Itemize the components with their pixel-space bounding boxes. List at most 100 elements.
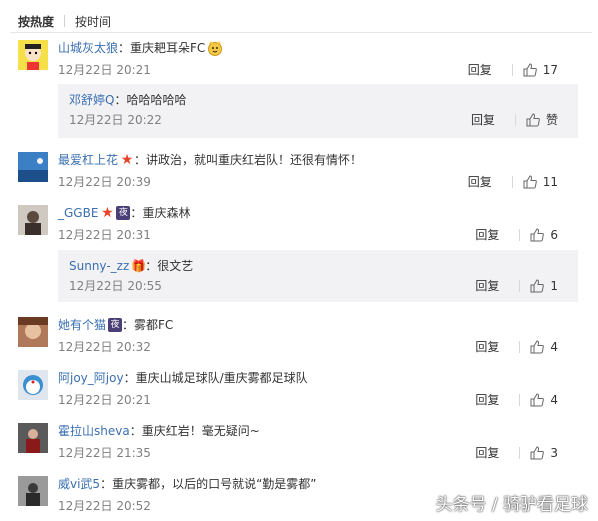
avatar[interactable] (18, 40, 48, 70)
reply-meta: 12月22日 20:55 回复 1 (69, 278, 569, 294)
like-count: 11 (542, 175, 558, 189)
comment-text: ：重庆森林 (130, 206, 191, 220)
action-divider (519, 447, 521, 459)
comment-actions: 回复 4 (475, 339, 558, 355)
comment-text: ：讲政治，就叫重庆红岩队！还很有情怀！ (134, 153, 363, 167)
comment-header: 最爱杠上花 ★ ：讲政治，就叫重庆红岩队！还很有情怀！ (58, 152, 362, 168)
username-link[interactable]: Sunny-_zz (69, 258, 129, 274)
reply-header: 邓舒婷Q ：哈哈哈哈哈 (69, 92, 186, 108)
comment-meta: 12月22日 21:35 回复 3 (58, 445, 578, 461)
like-count: 4 (550, 393, 558, 407)
thumbs-up-icon (526, 113, 540, 127)
divider (10, 32, 592, 33)
timestamp: 12月22日 21:35 (58, 446, 151, 460)
tab-divider (64, 15, 66, 27)
like-button[interactable]: 6 (530, 227, 558, 243)
tab-by-time[interactable]: 按时间 (75, 13, 111, 30)
gift-badge-icon: 🎁 (131, 259, 147, 273)
action-divider (519, 341, 521, 353)
thumbs-up-icon (523, 175, 537, 189)
like-button[interactable]: 赞 (526, 112, 558, 128)
comment-meta: 12月22日 20:21 回复 4 (58, 392, 578, 408)
comment-meta: 12月22日 20:31 回复 6 (58, 227, 578, 243)
like-button[interactable]: 1 (530, 278, 558, 294)
timestamp: 12月22日 20:39 (58, 175, 151, 189)
comment-actions: 回复 6 (475, 227, 558, 243)
comment-meta: 12月22日 20:21 回复 17 (58, 62, 578, 78)
username-link[interactable]: _GGBE (58, 205, 98, 221)
reply-button[interactable]: 回复 (475, 392, 499, 408)
username-link[interactable]: 邓舒婷Q (69, 92, 114, 108)
like-count: 3 (550, 446, 558, 460)
like-button[interactable]: 4 (530, 392, 558, 408)
like-count: 赞 (545, 113, 558, 127)
comment-text: ：雾都FC (122, 318, 174, 332)
reply-text: ：哈哈哈哈哈 (114, 93, 187, 107)
reply-actions: 回复 赞 (471, 112, 558, 128)
watermark: 头条号 / 骑驴看足球 (435, 495, 588, 515)
reply-button[interactable]: 回复 (468, 174, 492, 190)
comment-text: ：重庆耙耳朵FC (118, 41, 206, 55)
reply-button[interactable]: 回复 (475, 278, 499, 294)
like-count: 6 (550, 228, 558, 242)
avatar[interactable] (18, 152, 48, 182)
reply-actions: 回复 1 (475, 278, 558, 294)
avatar[interactable] (18, 476, 48, 506)
reply-button[interactable]: 回复 (468, 62, 492, 78)
comment-meta: 12月22日 20:32 回复 4 (58, 339, 578, 355)
username-link[interactable]: 霍拉山sheva (58, 423, 130, 439)
reply-button[interactable]: 回复 (475, 339, 499, 355)
timestamp: 12月22日 20:52 (58, 499, 151, 513)
username-link[interactable]: 威vi武5 (58, 476, 100, 492)
avatar[interactable] (18, 423, 48, 453)
reply-header: Sunny-_zz 🎁 ：很文艺 (69, 258, 193, 274)
timestamp: 12月22日 20:22 (69, 113, 162, 127)
reply-button[interactable]: 回复 (475, 445, 499, 461)
action-divider (519, 280, 521, 292)
comment-header: _GGBE ★ 夜 ：重庆森林 (58, 205, 190, 221)
emoji-icon (207, 40, 223, 56)
reply-meta: 12月22日 20:22 回复 赞 (69, 112, 569, 128)
username-link[interactable]: 最爱杠上花 (58, 152, 118, 168)
comment-header: 山城灰太狼 ：重庆耙耳朵FC (58, 40, 223, 56)
timestamp: 12月22日 20:55 (69, 279, 162, 293)
tab-by-popularity[interactable]: 按热度 (18, 13, 54, 30)
like-button[interactable]: 11 (523, 174, 558, 190)
star-badge-icon: ★ (120, 152, 134, 168)
action-divider (519, 229, 521, 241)
comment-text: ：重庆雾都，以后的口号就说“勤是雾都” (100, 477, 317, 491)
username-link[interactable]: 山城灰太狼 (58, 40, 118, 56)
comment-header: 威vi武5 ：重庆雾都，以后的口号就说“勤是雾都” (58, 476, 317, 492)
like-count: 1 (550, 279, 558, 293)
comment-header: 她有个猫 夜 ：雾都FC (58, 317, 173, 333)
like-count: 17 (542, 63, 558, 77)
star-badge-icon: ★ (101, 205, 114, 221)
reply-item: 邓舒婷Q ：哈哈哈哈哈 12月22日 20:22 回复 赞 (58, 84, 578, 138)
like-button[interactable]: 17 (523, 62, 558, 78)
reply-text: ：很文艺 (145, 259, 194, 273)
comment-header: 霍拉山sheva ：重庆红岩！毫无疑问~ (58, 423, 260, 439)
username-link[interactable]: 她有个猫 (58, 317, 106, 333)
action-divider (511, 64, 513, 76)
comment-meta: 12月22日 20:39 回复 11 (58, 174, 578, 190)
avatar[interactable] (18, 205, 48, 235)
reply-button[interactable]: 回复 (471, 112, 495, 128)
reply-button[interactable]: 回复 (475, 227, 499, 243)
night-badge-icon: 夜 (116, 206, 131, 220)
like-count: 4 (550, 340, 558, 354)
like-button[interactable]: 4 (530, 339, 558, 355)
timestamp: 12月22日 20:21 (58, 393, 151, 407)
username-link[interactable]: 阿joy_阿joy (58, 370, 124, 386)
comment-actions: 回复 17 (468, 62, 558, 78)
night-badge-icon: 夜 (108, 318, 123, 332)
action-divider (511, 176, 513, 188)
avatar[interactable] (18, 317, 48, 347)
thumbs-up-icon (530, 279, 545, 293)
comment-text: ：重庆红岩！毫无疑问~ (129, 424, 260, 438)
like-button[interactable]: 3 (530, 445, 558, 461)
avatar[interactable] (18, 370, 48, 400)
reply-item: Sunny-_zz 🎁 ：很文艺 12月22日 20:55 回复 1 (58, 250, 578, 302)
comment-header: 阿joy_阿joy ：重庆山城足球队/重庆雾都足球队 (58, 370, 308, 386)
comment-actions: 回复 11 (468, 174, 558, 190)
comment-text: ：重庆山城足球队/重庆雾都足球队 (123, 371, 308, 385)
